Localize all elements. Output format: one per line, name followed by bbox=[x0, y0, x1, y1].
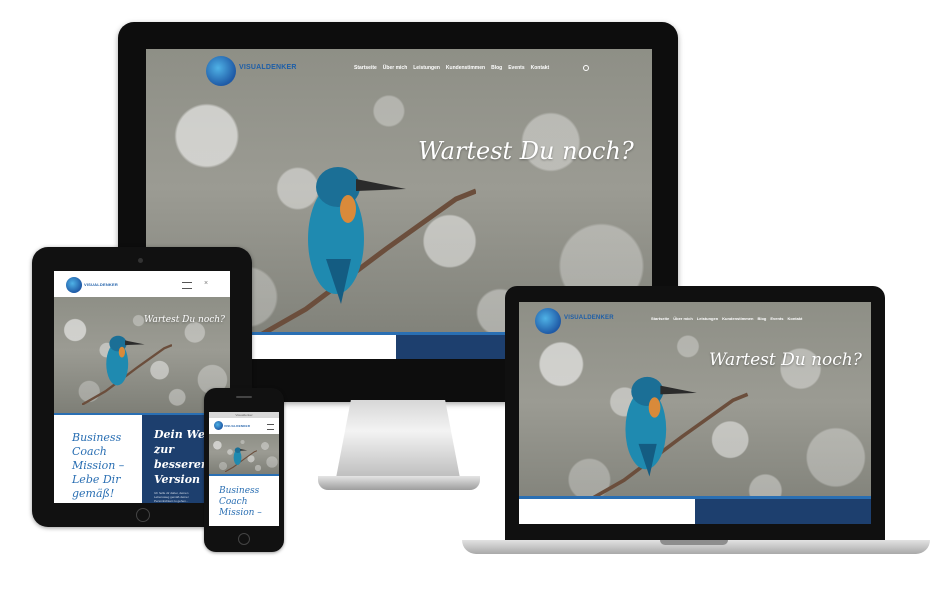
nav-item-kontakt[interactable]: Kontakt bbox=[788, 316, 803, 321]
nav-item-ueber-mich[interactable]: Über mich bbox=[383, 65, 407, 71]
left-line: Mission – bbox=[72, 459, 125, 472]
monitor-base bbox=[318, 476, 480, 490]
nav-item-events[interactable]: Events bbox=[508, 65, 524, 71]
nav-item-events[interactable]: Events bbox=[770, 316, 783, 321]
left-line: Coach bbox=[72, 445, 107, 458]
nav-item-kundenstimmen[interactable]: Kundenstimmen bbox=[722, 316, 753, 321]
nav-item-blog[interactable]: Blog bbox=[491, 65, 502, 71]
logo-text: VISUALDENKER bbox=[564, 315, 614, 321]
left-line: Lebe Dir bbox=[72, 473, 121, 486]
phone-hero bbox=[209, 434, 279, 474]
laptop-lid: VISUALDENKER Startseite Über mich Leistu… bbox=[505, 286, 885, 544]
nav-item-leistungen[interactable]: Leistungen bbox=[413, 65, 440, 71]
laptop-nav: Startseite Über mich Leistungen Kundenst… bbox=[651, 316, 802, 321]
phone-line: Mission – bbox=[219, 508, 262, 518]
nav-item-startseite[interactable]: Startseite bbox=[651, 316, 669, 321]
logo-text: VISUALDENKER bbox=[224, 424, 251, 428]
close-icon[interactable]: × bbox=[204, 280, 208, 287]
logo-icon[interactable] bbox=[206, 56, 236, 86]
section-right bbox=[695, 499, 871, 524]
nav-item-kontakt[interactable]: Kontakt bbox=[531, 65, 550, 71]
nav-item-blog[interactable]: Blog bbox=[757, 316, 766, 321]
phone-speaker bbox=[236, 396, 252, 398]
section-left bbox=[519, 499, 695, 524]
kingfisher-image bbox=[82, 335, 172, 405]
tablet-camera bbox=[138, 258, 143, 263]
phone-line: Coach bbox=[219, 497, 248, 507]
phone-home-button[interactable] bbox=[238, 533, 250, 545]
tablet-small-text: Ich helfe dir dabei, deinen Lebensweg ge… bbox=[154, 491, 189, 503]
small-line: Persönlichkeit zu gehen... bbox=[154, 499, 189, 503]
kingfisher-image bbox=[248, 167, 476, 339]
nav-item-leistungen[interactable]: Leistungen bbox=[697, 316, 718, 321]
phone-left-text: Business Coach Mission – bbox=[219, 486, 262, 519]
logo-icon[interactable] bbox=[535, 308, 561, 334]
laptop-notch bbox=[660, 540, 728, 545]
left-line: gemäß! bbox=[72, 487, 115, 500]
nav-item-ueber-mich[interactable]: Über mich bbox=[673, 316, 693, 321]
search-icon[interactable] bbox=[583, 65, 589, 71]
menu-icon[interactable] bbox=[267, 424, 274, 430]
phone-top-bar: Visualdenker bbox=[209, 412, 279, 418]
left-line: Business bbox=[72, 431, 122, 444]
laptop-screen: VISUALDENKER Startseite Über mich Leistu… bbox=[519, 302, 871, 524]
kingfisher-image bbox=[582, 376, 749, 502]
logo-icon[interactable] bbox=[66, 277, 82, 293]
logo-text: VISUALDENKER bbox=[84, 282, 118, 287]
nav-item-kundenstimmen[interactable]: Kundenstimmen bbox=[446, 65, 485, 71]
phone: Visualdenker VISUALDENKER Business Coach… bbox=[204, 388, 284, 552]
phone-screen: Visualdenker VISUALDENKER Business Coach… bbox=[209, 412, 279, 526]
kingfisher-image bbox=[225, 447, 257, 472]
desktop-nav: Startseite Über mich Leistungen Kundenst… bbox=[354, 65, 549, 71]
menu-icon[interactable] bbox=[182, 282, 192, 289]
tablet-home-button[interactable] bbox=[136, 508, 150, 522]
hero-bottom-line bbox=[209, 474, 279, 476]
nav-item-startseite[interactable]: Startseite bbox=[354, 65, 377, 71]
tablet-left-text: Business Coach Mission – Lebe Dir gemäß! bbox=[72, 431, 124, 501]
monitor-stand bbox=[336, 400, 460, 478]
logo-icon[interactable] bbox=[214, 421, 223, 430]
phone-line: Business bbox=[219, 486, 260, 496]
logo-text: VISUALDENKER bbox=[239, 64, 297, 71]
